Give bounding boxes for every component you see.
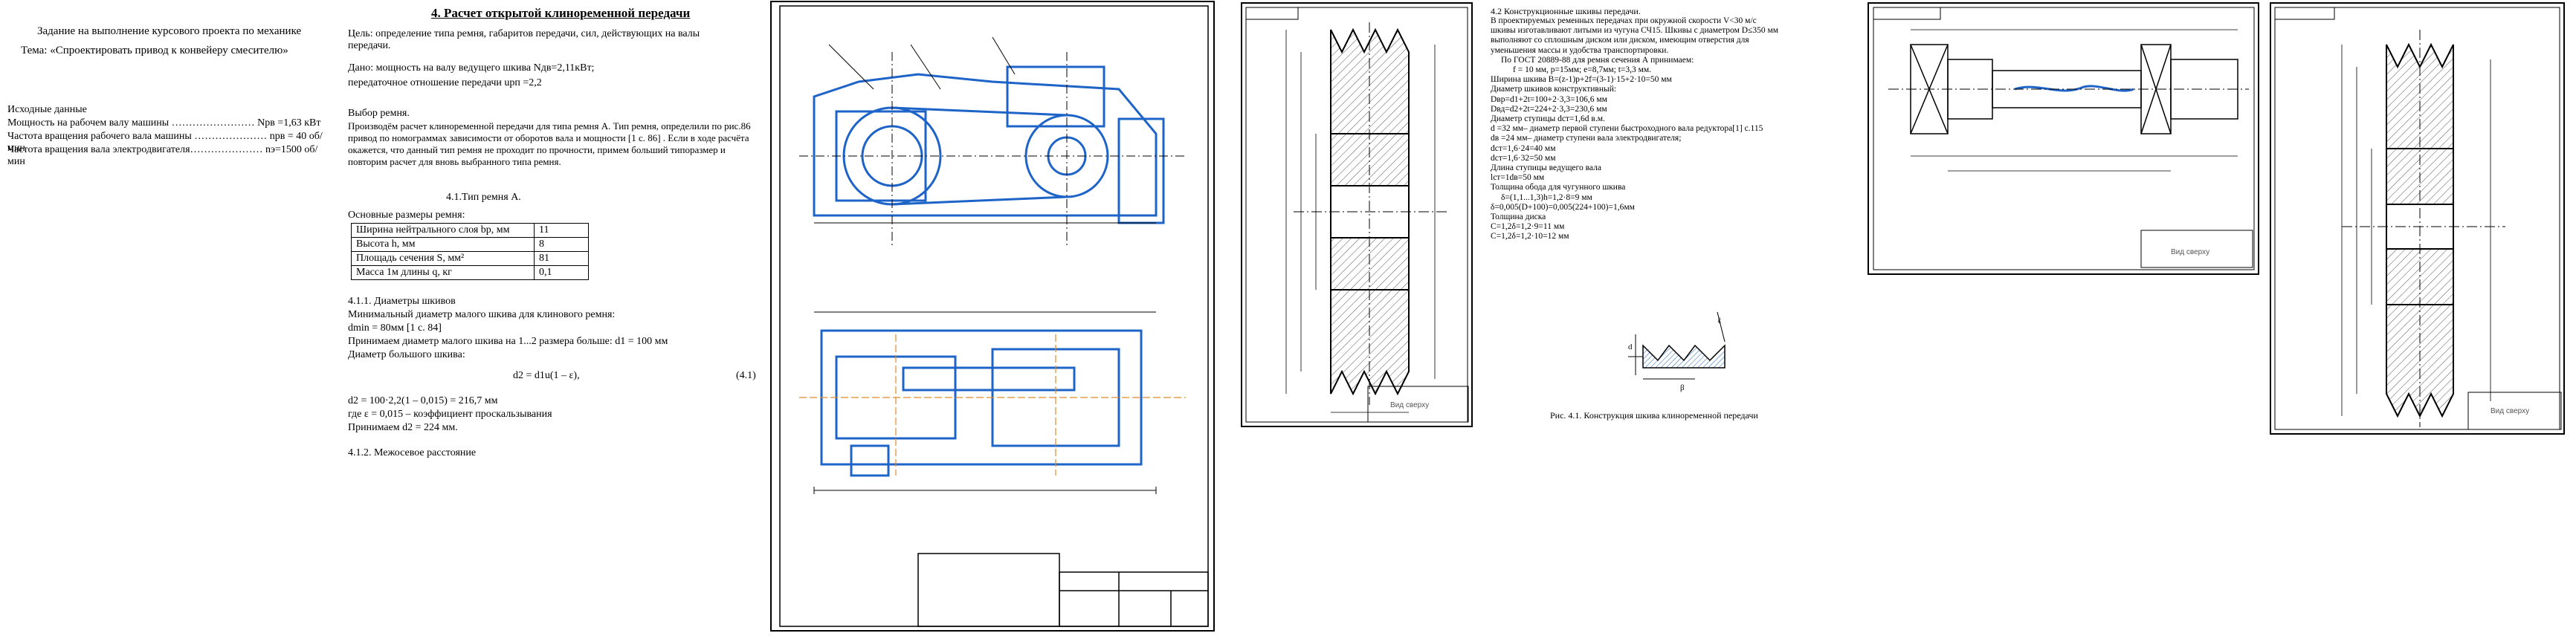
table-row: Ширина нейтрального слоя bp, мм 11 xyxy=(351,223,589,238)
task-theme: Тема: «Спроектировать привод к конвейеру… xyxy=(21,45,288,56)
sub-header-3: 4.1.2. Межосевое расстояние xyxy=(348,447,477,458)
pulley-line: В проектируемых ременных передачах при о… xyxy=(1491,16,1757,25)
table-cell: Площадь сечения S, мм² xyxy=(351,251,535,266)
pulley-header: 4.2 Конструкционные шкивы передачи. xyxy=(1491,6,1641,16)
pulley-line: f = 10 мм, р=15мм; е=8,7мм; t=3,3 мм. xyxy=(1513,65,1652,75)
shaft-drawing: Вид сверху xyxy=(1866,0,2264,632)
pulley-drawing-1: Вид сверху xyxy=(1219,0,1476,632)
shaft-sheet-label: Вид сверху xyxy=(2171,248,2209,256)
pulley-line: dв =24 мм– диаметр ступени вала электрод… xyxy=(1491,134,1682,143)
pulley-sheet-label: Вид сверху xyxy=(1390,401,1429,409)
min-diameter-text: Минимальный диаметр малого шкива для кли… xyxy=(348,309,616,320)
calc-title: 4. Расчет открытой клиноременной передач… xyxy=(431,6,691,20)
pulley-line: lст=1dв=50 мм xyxy=(1491,173,1545,183)
table-cell: Масса 1м длины q, кг xyxy=(351,265,535,280)
assembly-drawing-svg xyxy=(770,1,1215,632)
dims-header: Основные размеры ремня: xyxy=(348,210,465,221)
table-row: Высота h, мм 8 xyxy=(351,237,589,252)
table-cell: 81 xyxy=(534,251,589,266)
big-diameter-text: Диаметр большого шкива: xyxy=(348,349,465,360)
pulley-caption: Рис. 4.1. Конструкция шкива клиноременно… xyxy=(1550,410,1758,421)
svg-text:ℓ: ℓ xyxy=(1717,317,1721,325)
pulley-drawing-2: Вид сверху xyxy=(2267,0,2576,632)
pulley-line: Толщина обода для чугунного шкива xyxy=(1491,183,1626,192)
pulley-line: Диаметр ступицы dст=1,6d в.м. xyxy=(1491,114,1605,124)
pulley-line: шкивы изготавливают литыми из чугуна СЧ1… xyxy=(1491,26,1779,36)
table-row: Масса 1м длины q, кг 0,1 xyxy=(351,265,589,280)
calc-given-1: Дано: мощность на валу ведущего шкива Nд… xyxy=(348,62,595,74)
table-cell: Высота h, мм xyxy=(351,237,535,252)
source-row-1: Мощность на рабочем валу машины ……………………… xyxy=(7,117,335,129)
sub-header-1: 4.1.Тип ремня А. xyxy=(446,192,521,203)
choice-header: Выбор ремня. xyxy=(348,108,410,119)
pulley-drawing-1-svg: Вид сверху xyxy=(1241,2,1473,427)
pulley-line: По ГОСТ 20889-88 для ремня сечения А при… xyxy=(1501,55,1694,65)
assembly-drawing xyxy=(769,0,1216,632)
task-panel: Задание на выполнение курсового проекта … xyxy=(0,0,338,632)
pulley-drawing-2-svg: Вид сверху xyxy=(2270,2,2565,435)
sub-header-2: 4.1.1. Диаметры шкивов xyxy=(348,296,456,307)
dmin-text: dmin = 80мм [1 с. 84] xyxy=(348,322,442,334)
table-cell: 8 xyxy=(534,237,589,252)
pulley-line: δ=0,005(D+100)=0,005(224+100)=1,6мм xyxy=(1491,202,1635,212)
source-row-2-label: Частота вращения рабочего вала машины ……… xyxy=(7,131,268,142)
pulley-line: выполняют со сплошным диском или диском,… xyxy=(1491,36,1749,45)
formula-number: (4.1) xyxy=(736,370,756,381)
formula: d2 = d1u(1 – ε), xyxy=(513,370,580,381)
svg-text:d: d xyxy=(1628,343,1633,351)
choice-text: Производём расчет клиноременной передачи… xyxy=(348,120,751,167)
svg-text:β: β xyxy=(1680,383,1685,392)
pulley-line: Длина ступицы ведущего вала xyxy=(1491,163,1601,173)
calc-line-1: d2 = 100·2,2(1 – 0,015) = 216,7 мм xyxy=(348,395,498,406)
pulley-lines: В проектируемых ременных передачах при о… xyxy=(1491,16,1859,242)
table-cell: Ширина нейтрального слоя bp, мм xyxy=(351,223,535,238)
table-row: Площадь сечения S, мм² 81 xyxy=(351,251,589,266)
pulley-line: dст=1,6·32=50 мм xyxy=(1491,153,1556,163)
pulley-line: C=1,2δ=1,2·10=12 мм xyxy=(1491,232,1569,241)
calc-line-2: где ε = 0,015 – коэффициент проскальзыва… xyxy=(348,409,552,420)
task-title: Задание на выполнение курсового проекта … xyxy=(37,25,302,37)
table-cell: 0,1 xyxy=(534,265,589,280)
pulley-line: δ=(1,1...1,3)h=1,2·8=9 мм xyxy=(1501,192,1592,202)
groove-sketch: d ℓ β xyxy=(1628,311,1726,392)
pulley-line: Ширина шкива В=(z-1)p+2f=(3-1)·15+2·10=5… xyxy=(1491,75,1672,85)
pulley-line: C=1,2δ=1,2·9=11 мм xyxy=(1491,222,1565,232)
source-row-1-value: Nрв =1,63 кВт xyxy=(257,117,321,129)
pulley2-sheet-label: Вид сверху xyxy=(2491,407,2529,415)
calc-goal: Цель: определение типа ремня, габаритов … xyxy=(348,28,700,51)
table-cell: 11 xyxy=(534,223,589,238)
source-row-1-label: Мощность на рабочем валу машины …………………… xyxy=(7,117,255,129)
shaft-drawing-svg: Вид сверху xyxy=(1868,2,2259,275)
pulley-line: уменьшения массы и удобства транспортиро… xyxy=(1491,45,1669,55)
pulley-line: d =32 мм– диаметр первой ступени быстрох… xyxy=(1491,124,1763,134)
pulley-line: Диаметр шкивов конструктивный: xyxy=(1491,85,1617,94)
belt-dims-table: Ширина нейтрального слоя bp, мм 11 Высота… xyxy=(351,223,589,280)
calc-given-2: передаточное отношение передачи uрп =2,2 xyxy=(348,77,542,88)
source-row-3: Частота вращения вала электродвигателя……… xyxy=(7,144,335,168)
pulley-line: Толщина диска xyxy=(1491,212,1546,222)
calc-line-3: Принимаем d2 = 224 мм. xyxy=(348,422,458,433)
pulley-line: Dвр=d1+2t=100+2·3,3=106,6 мм xyxy=(1491,94,1607,104)
pulley-text-panel: 4.2 Конструкционные шкивы передачи. В пр… xyxy=(1483,0,1862,632)
source-header: Исходные данные xyxy=(7,104,87,115)
calc-panel: 4. Расчет открытой клиноременной передач… xyxy=(342,0,766,632)
accept-text: Принимаем диаметр малого шкива на 1...2 … xyxy=(348,336,668,347)
pulley-line: dст=1,6·24=40 мм xyxy=(1491,143,1556,153)
source-row-3-label: Частота вращения вала электродвигателя……… xyxy=(7,144,263,155)
pulley-line: Dвд=d2+2t=224+2·3,3=230,6 мм xyxy=(1491,104,1607,114)
